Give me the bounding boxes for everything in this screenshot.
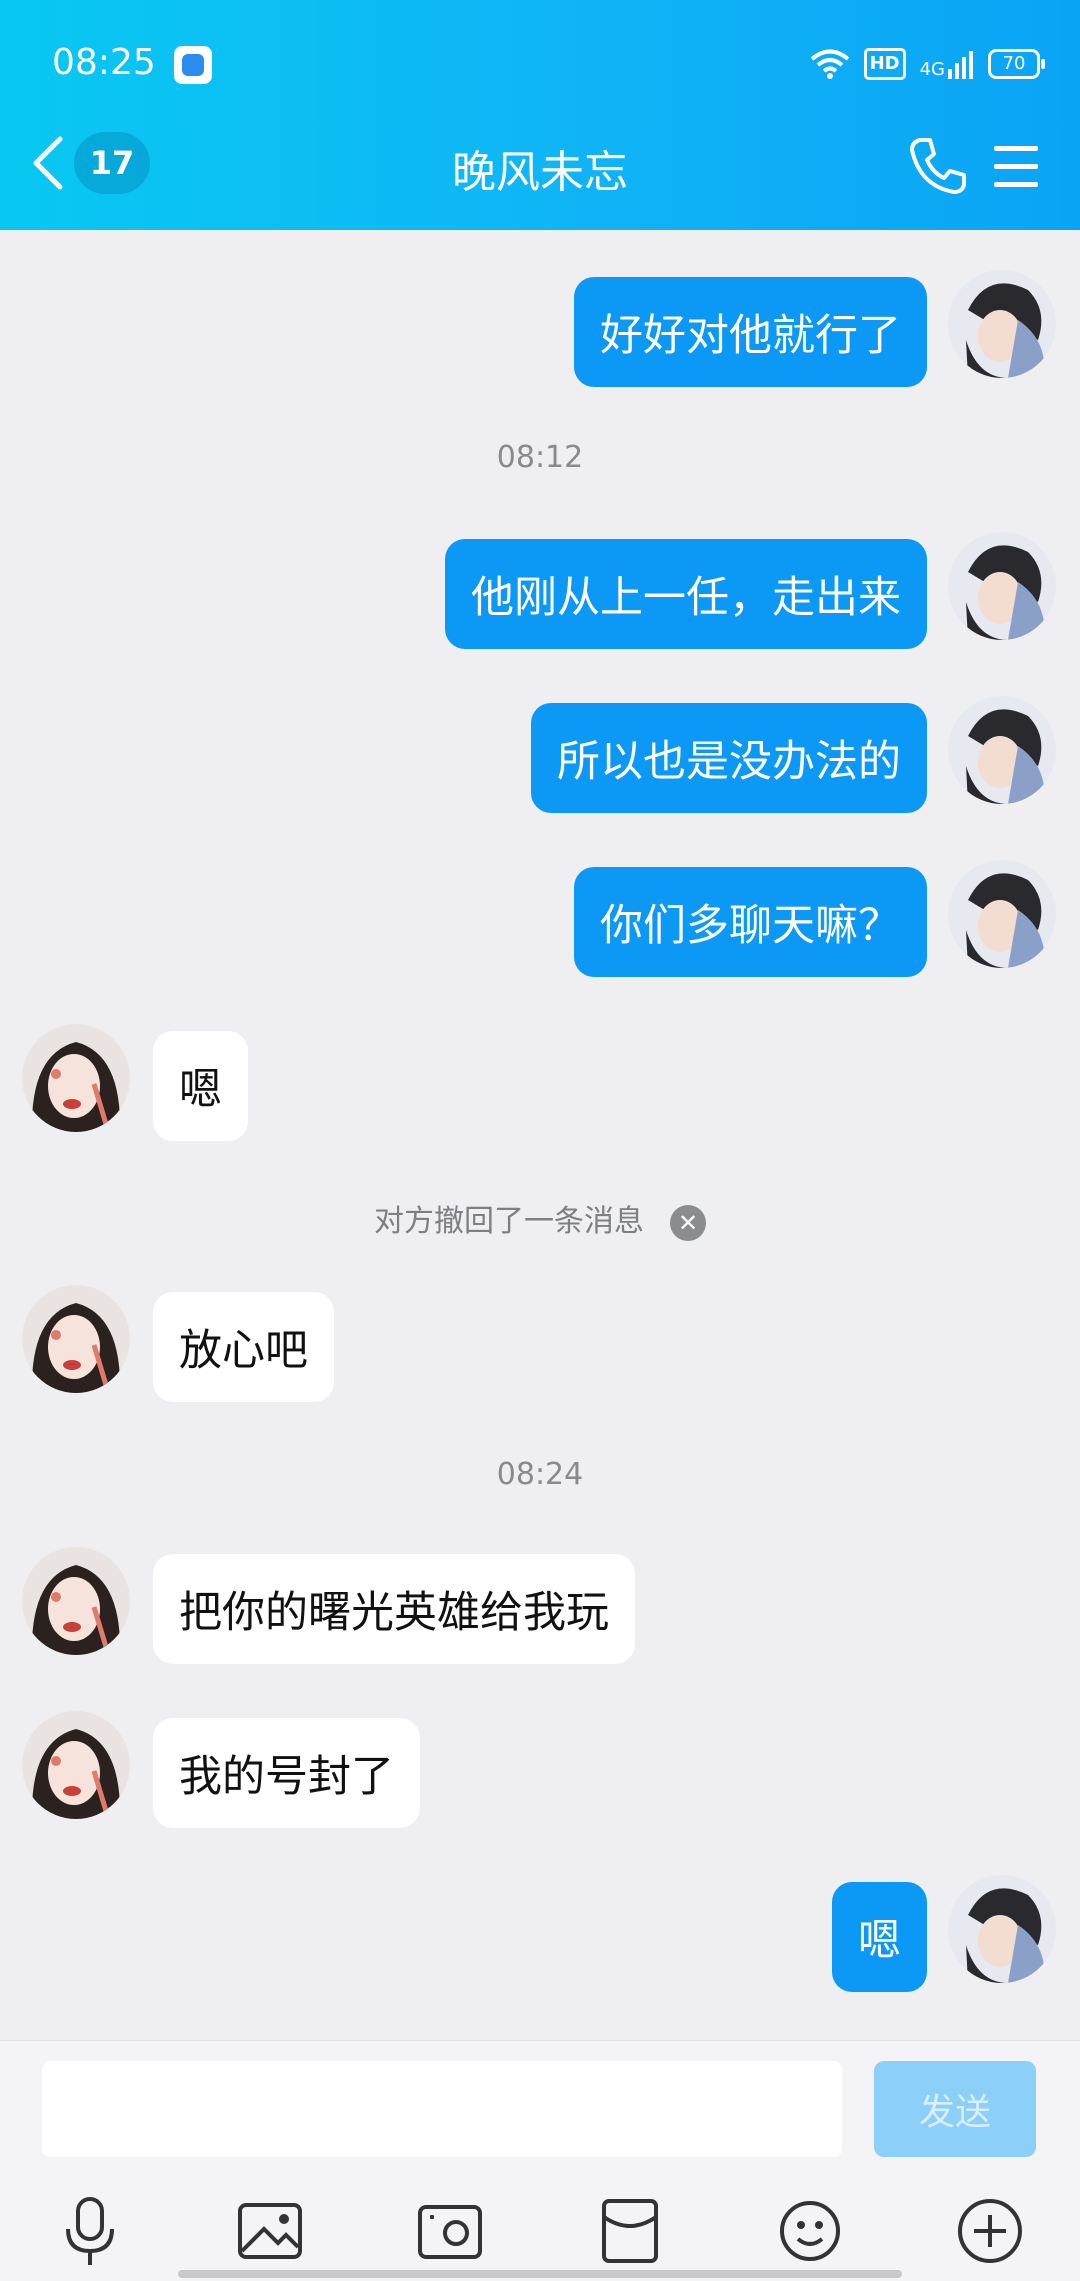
incoming-message-bubble[interactable]: 放心吧 [153,1292,334,1402]
emoji-button[interactable] [770,2191,850,2271]
outgoing-message-bubble[interactable]: 嗯 [832,1882,927,1992]
self-avatar[interactable] [948,270,1056,378]
chat-header: 08:25 HD 4G 70 17 晚风未忘 [0,0,1080,230]
outgoing-message-bubble[interactable]: 你们多聊天嘛？ [574,867,927,977]
hd-badge: HD [863,48,906,80]
more-button[interactable] [950,2191,1030,2271]
contact-avatar[interactable] [22,1285,130,1393]
close-icon[interactable]: ✕ [670,1204,706,1241]
gesture-bar[interactable] [178,2270,902,2278]
outgoing-message-bubble[interactable]: 所以也是没办法的 [531,703,927,813]
battery-icon: 70 [988,49,1045,79]
wifi-icon [810,49,849,79]
signal-icon: 4G [920,49,974,79]
image-icon [238,2203,302,2259]
call-button[interactable] [906,134,970,198]
contact-avatar[interactable] [22,1024,130,1132]
contact-avatar[interactable] [22,1711,130,1819]
incoming-message-bubble[interactable]: 我的号封了 [153,1718,420,1828]
camera-button[interactable] [410,2191,490,2271]
hamburger-menu-icon [994,146,1038,187]
incoming-message-bubble[interactable]: 嗯 [153,1031,248,1141]
outgoing-message-bubble[interactable]: 好好对他就行了 [574,277,927,387]
red-packet-button[interactable] [590,2191,670,2271]
composer-area: 发送 [0,2040,1080,2281]
self-avatar[interactable] [948,532,1056,640]
camera-icon [418,2205,482,2259]
menu-button[interactable] [992,138,1040,194]
voice-button[interactable] [50,2191,130,2271]
app-notification-icon [174,46,212,84]
outgoing-message-bubble[interactable]: 他刚从上一任，走出来 [445,539,927,649]
network-type: 4G [919,59,945,80]
plus-icon [958,2199,1022,2263]
phone-icon [910,138,966,194]
recall-notice: 对方撤回了一条消息 ✕ [0,1196,1080,1241]
message-timestamp: 08:12 [496,440,584,475]
contact-avatar[interactable] [22,1547,130,1655]
message-timestamp: 08:24 [496,1457,584,1492]
photo-button[interactable] [230,2191,310,2271]
emoji-icon [780,2201,840,2261]
incoming-message-bubble[interactable]: 把你的曙光英雄给我玩 [153,1554,635,1664]
red-packet-icon [602,2199,658,2263]
status-icons: HD 4G 70 [810,44,1045,84]
self-avatar[interactable] [948,860,1056,968]
send-button[interactable]: 发送 [874,2061,1036,2157]
self-avatar[interactable] [948,1875,1056,1983]
self-avatar[interactable] [948,696,1056,804]
status-time: 08:25 [52,42,156,83]
message-input[interactable] [42,2061,842,2157]
recall-notice-text: 对方撤回了一条消息 [374,1204,644,1239]
microphone-icon [66,2197,114,2265]
